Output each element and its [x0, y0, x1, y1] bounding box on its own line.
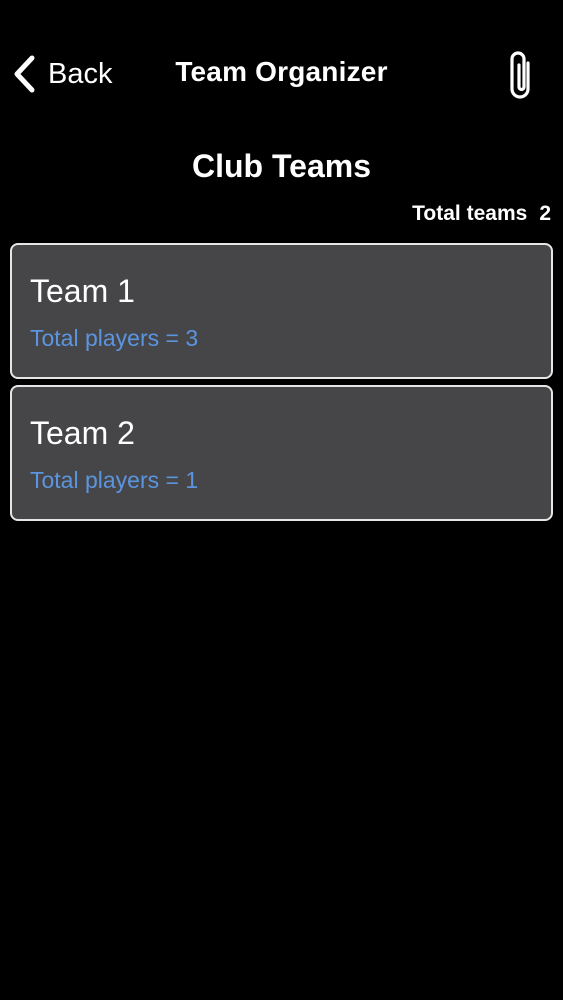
team-card[interactable]: Team 2 Total players = 1 — [10, 385, 553, 521]
team-player-count: Total players = 1 — [30, 467, 199, 493]
team-list: Team 1 Total players = 3 Team 2 Total pl… — [10, 243, 553, 527]
total-teams-label: Total teams — [412, 202, 528, 225]
back-button[interactable]: Back — [12, 52, 112, 96]
page-title: Club Teams — [192, 148, 371, 184]
team-card[interactable]: Team 1 Total players = 3 — [10, 243, 553, 379]
navigation-bar: Back Team Organizer — [0, 0, 563, 150]
paperclip-icon — [506, 49, 538, 101]
team-name: Team 2 — [30, 415, 135, 451]
back-label: Back — [48, 57, 113, 90]
team-player-count: Total players = 3 — [30, 325, 199, 351]
total-teams-summary: Total teams 2 — [412, 202, 551, 226]
total-teams-count: 2 — [539, 202, 551, 225]
attach-button[interactable] — [500, 48, 544, 102]
team-name: Team 1 — [30, 273, 135, 309]
chevron-left-icon — [12, 54, 38, 94]
nav-title: Team Organizer — [175, 56, 388, 87]
